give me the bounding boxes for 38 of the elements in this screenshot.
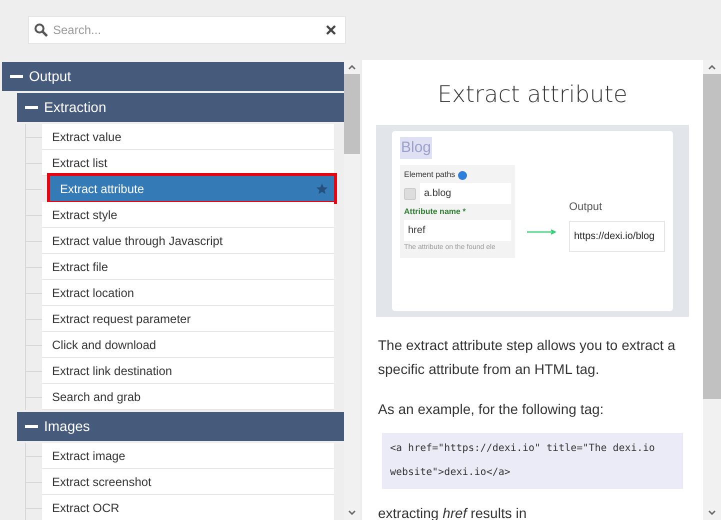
field-label: Element paths	[404, 169, 456, 181]
tree-item[interactable]: Click and download	[42, 332, 334, 358]
tree-item[interactable]: Extract screenshot	[42, 469, 334, 495]
tree-item[interactable]: Extract value through Javascript	[42, 228, 334, 254]
tree-item[interactable]: Extract location	[42, 280, 334, 306]
tree-item[interactable]: Extract attribute	[50, 176, 334, 202]
close-icon[interactable]	[326, 25, 336, 35]
input-field: href	[404, 220, 511, 241]
group-header[interactable]: Images	[17, 412, 344, 441]
tree-item[interactable]: Extract link destination	[42, 358, 334, 384]
search-field[interactable]: Search...	[28, 16, 346, 44]
blog-heading: Blog	[400, 136, 432, 159]
paragraph: The extract attribute step allows you to extract a specific attribute from an HTML tag.	[378, 336, 676, 379]
tree-item[interactable]: Extract OCR	[42, 495, 334, 520]
tree-item[interactable]: Extract value	[42, 124, 334, 150]
scrollbar-thumb[interactable]	[703, 74, 721, 399]
scrollbar-thumb[interactable]	[344, 74, 360, 154]
arrow-icon	[527, 228, 557, 234]
collapse-icon[interactable]	[25, 425, 38, 428]
search-icon	[34, 23, 48, 37]
group-header[interactable]: Extraction	[17, 93, 344, 122]
tree-item[interactable]: Extract image	[42, 443, 334, 469]
collapse-icon[interactable]	[10, 75, 23, 78]
tree-item[interactable]: Extract file	[42, 254, 334, 280]
output-field: https://dexi.io/blog	[569, 221, 665, 252]
group-header[interactable]: Output	[2, 62, 344, 91]
input-field: a.blog	[420, 183, 511, 204]
article-title: Extract attribute	[436, 81, 628, 110]
code-block: <a href="https://dexi.io" title="The dexi.io website">dexi.io</a>	[382, 432, 683, 488]
tree-item[interactable]: Extract request parameter	[42, 306, 334, 332]
output-label: Output	[569, 200, 604, 214]
field-label: Attribute name *	[404, 206, 467, 218]
paragraph: As an example, for the following tag:	[378, 400, 605, 419]
tree-item[interactable]: Search and grab	[42, 384, 334, 410]
star-icon[interactable]	[316, 182, 328, 194]
tree-item[interactable]: Extract style	[42, 202, 334, 228]
collapse-icon[interactable]	[25, 106, 38, 109]
help-icon	[458, 170, 468, 180]
